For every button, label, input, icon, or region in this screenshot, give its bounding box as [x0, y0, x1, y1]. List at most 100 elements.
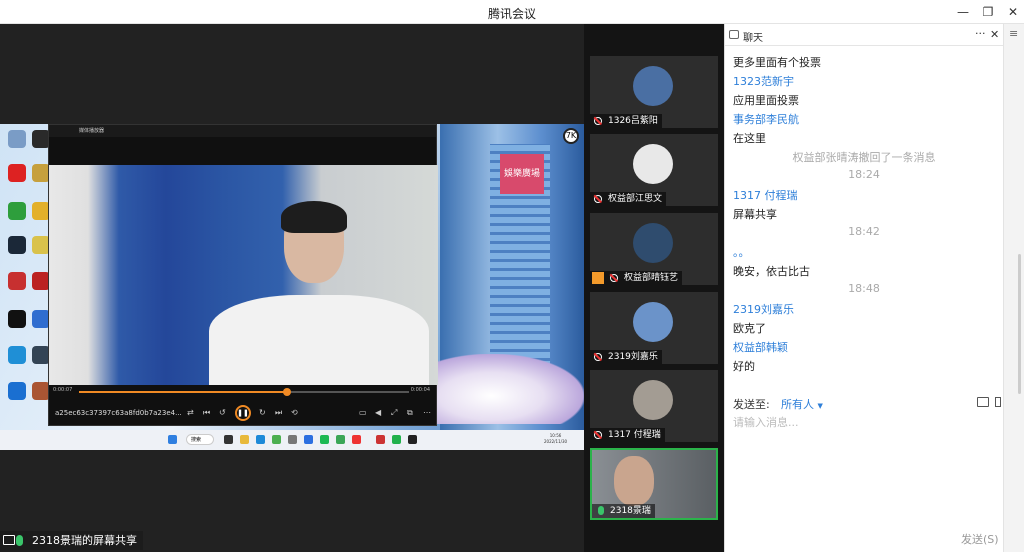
wallpaper-wave: [430, 354, 584, 424]
seek-knob[interactable]: [282, 388, 291, 396]
chat-header: 聊天 ··· ✕: [725, 24, 1024, 46]
previous-icon[interactable]: ⏮: [203, 408, 210, 418]
person-hair: [281, 201, 347, 233]
participant-name-text: 权益部江思文: [608, 194, 663, 204]
participant-name: 权益部晴钰艺: [590, 271, 683, 285]
mic-muted-icon: [610, 274, 618, 282]
wechat-taskbar-icon[interactable]: [392, 435, 401, 444]
taskbar-search[interactable]: 搜索: [186, 434, 214, 445]
app-taskbar-icon[interactable]: [336, 435, 345, 444]
app-taskbar-icon[interactable]: [320, 435, 329, 444]
avatar: [633, 66, 673, 106]
volume-icon[interactable]: ◀: [375, 408, 381, 417]
forward-icon[interactable]: ↻: [259, 408, 266, 417]
recipient-dropdown[interactable]: 所有人 ▼: [781, 396, 823, 412]
media-taskbar-icon[interactable]: [408, 435, 417, 444]
participant-name: 1326吕紫阳: [590, 114, 662, 128]
message-timestamp: 18:42: [848, 225, 880, 238]
share-label: 2318景瑞的屏幕共享: [0, 531, 143, 550]
participant-name: 1317 付程瑞: [590, 428, 665, 442]
system-notice: 权益部张晴涛撤回了一条消息: [792, 151, 936, 164]
participant-tile[interactable]: 1326吕紫阳: [590, 56, 718, 128]
message-text: 欧克了: [733, 322, 766, 335]
desktop-app-icon: [8, 346, 26, 364]
video-person: [209, 201, 429, 385]
more-icon[interactable]: ···: [975, 27, 986, 40]
message-text: 更多里面有个投票: [733, 56, 821, 69]
app-taskbar-icon[interactable]: [352, 435, 361, 444]
app-taskbar-icon[interactable]: [288, 435, 297, 444]
send-to-bar: 发送至: 所有人 ▼: [725, 394, 1003, 416]
media-player-window: 媒体播放器 0:00:07 0:00:04 a25ec63c37397c63a8…: [48, 124, 438, 426]
edge-taskbar-icon[interactable]: [256, 435, 265, 444]
participant-name: 权益部江思文: [590, 192, 667, 206]
windows-taskbar: 搜索 10:56 2022/11/30: [0, 430, 584, 450]
participant-tile[interactable]: 2319刘嘉乐: [590, 292, 718, 364]
message-sender: 1317 付程瑞: [733, 189, 798, 202]
pause-button[interactable]: ❚❚: [235, 405, 251, 421]
explorer-icon[interactable]: [240, 435, 249, 444]
message-sender: 。。: [733, 246, 750, 259]
seven-k-logo: 7K: [563, 128, 579, 144]
participant-tile[interactable]: 1317 付程瑞: [590, 370, 718, 442]
taskbar-clock: 10:56 2022/11/30: [544, 433, 567, 445]
more-options-icon[interactable]: ⋯: [423, 408, 431, 417]
message-input[interactable]: 请输入消息...: [733, 414, 997, 432]
next-icon[interactable]: ⏭: [275, 408, 282, 418]
scrollbar[interactable]: [1018, 254, 1021, 394]
fullscreen-icon[interactable]: ⤢: [391, 408, 397, 418]
app-taskbar-icon[interactable]: [304, 435, 313, 444]
mic-icon: [16, 535, 23, 546]
rewind-icon[interactable]: ↺: [219, 408, 226, 417]
video-face: [614, 456, 654, 506]
avatar: [633, 302, 673, 342]
caption-icon[interactable]: ▭: [359, 408, 367, 417]
caret-down-icon: ▼: [817, 402, 823, 410]
taskview-icon[interactable]: [224, 435, 233, 444]
participant-tile-active[interactable]: 2318景瑞: [590, 448, 718, 520]
chat-close-button[interactable]: ✕: [990, 28, 999, 41]
send-to-label: 发送至:: [733, 398, 770, 411]
participant-name-text: 1317 付程瑞: [608, 430, 661, 440]
avatar: [633, 380, 673, 420]
person-shirt: [209, 295, 429, 385]
chat-panel: 聊天 ··· ✕ ≡ 更多里面有个投票 1323范新宇 应用里面投票 事务部李民航 在这…: [724, 24, 1024, 552]
recipient-value: 所有人: [781, 398, 814, 411]
start-icon[interactable]: [168, 435, 177, 444]
participant-name: 2318景瑞: [592, 504, 655, 518]
restore-button[interactable]: ❐: [975, 2, 1001, 22]
message-text: 在这里: [733, 132, 766, 145]
shuffle-icon[interactable]: ⇄: [187, 408, 194, 417]
participant-name: 2319刘嘉乐: [590, 350, 662, 364]
participant-list: 1326吕紫阳 权益部江思文 权益部晴钰艺 2319刘嘉乐 1317 付程瑞 2…: [584, 24, 724, 552]
avatar: [633, 223, 673, 263]
title-bar: 腾讯会议 — ❐ ✕: [0, 0, 1024, 24]
qq-icon: [8, 310, 26, 328]
app-taskbar-icon[interactable]: [272, 435, 281, 444]
seek-fill: [79, 391, 287, 393]
folder-icon[interactable]: [977, 397, 989, 407]
participant-tile[interactable]: 权益部江思文: [590, 134, 718, 206]
clock-date: 2022/11/30: [544, 439, 568, 444]
desktop-app-icon: [8, 164, 26, 182]
wps-taskbar-icon[interactable]: [376, 435, 385, 444]
repeat-icon[interactable]: ⟲: [291, 408, 298, 417]
send-button[interactable]: 发送(S): [961, 531, 999, 547]
shared-screen: 娛樂廣場 7K 媒体播放器 0:00:07 0:00:04 a25ec63c37…: [0, 124, 584, 450]
mic-muted-icon: [594, 117, 602, 125]
menu-icon[interactable]: ≡: [1009, 27, 1018, 40]
seek-bar[interactable]: 0:00:07 0:00:04: [53, 387, 434, 399]
seek-track[interactable]: [79, 388, 409, 396]
file-name: a25ec63c37397c63a8fd0b7a23e4...: [55, 409, 182, 417]
message-sender: 2319刘嘉乐: [733, 303, 794, 316]
participant-tile[interactable]: 权益部晴钰艺: [590, 213, 718, 285]
minimize-button[interactable]: —: [950, 2, 976, 22]
edge-icon: [8, 382, 26, 400]
time-current: 0:00:07: [53, 387, 73, 393]
miniplayer-icon[interactable]: ⧉: [407, 408, 413, 418]
message-sender: 权益部韩颖: [733, 341, 788, 354]
screenshot-icon[interactable]: [995, 397, 1001, 407]
message-text: 晚安，依古比古: [733, 265, 810, 278]
screen-share-icon: [3, 535, 15, 545]
close-button[interactable]: ✕: [1000, 2, 1024, 22]
